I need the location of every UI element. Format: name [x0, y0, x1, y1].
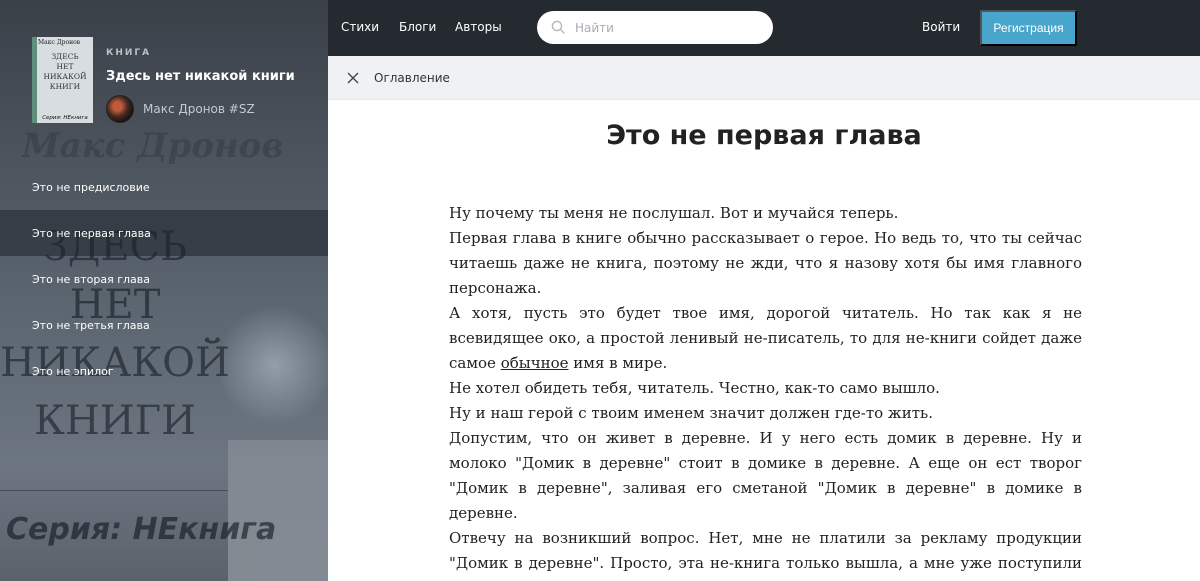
book-cover-thumbnail[interactable]: Макс Дронов ЗДЕСЬ НЕТ НИКАКОЙ КНИГИ Сери… [32, 37, 93, 123]
search-icon [551, 20, 565, 34]
author-avatar[interactable] [106, 95, 134, 123]
nav-link-blogs[interactable]: Блоги [399, 20, 436, 34]
toc-item-epilogue[interactable]: Это не эпилог [0, 348, 328, 394]
background-title-line: КНИГИ [33, 398, 197, 444]
chapter-content: Это не первая глава Ну почему ты меня не… [328, 100, 1200, 581]
cover-title-line: ЗДЕСЬ [51, 52, 79, 61]
nav-link-poems[interactable]: Стихи [341, 20, 379, 34]
book-kind-label: КНИГА [106, 48, 152, 58]
paragraph: А хотя, пусть это будет твое имя, дорого… [449, 304, 1082, 372]
search-box[interactable] [537, 11, 773, 44]
background-paper-image [228, 440, 328, 581]
chapter-title: Это не первая глава [606, 120, 922, 151]
toc-item-chapter-1[interactable]: Это не первая глава [0, 210, 328, 256]
cover-title-line: НЕТ [56, 62, 74, 71]
paragraph: Отвечу на возникший вопрос. Нет, мне не … [449, 529, 1082, 581]
contents-bar: Оглавление [328, 56, 1200, 100]
background-series-text: Серия: НЕкнига [6, 512, 277, 547]
cover-series: Серия: НЕкнига [42, 115, 88, 121]
search-input[interactable] [575, 19, 755, 37]
paragraph: Не хотел обидеть тебя, читатель. Честно,… [449, 379, 940, 397]
login-link[interactable]: Войти [922, 20, 960, 34]
background-author-text: Макс Дронов [22, 126, 284, 166]
paragraph: Ну и наш герой с твоим именем значит дол… [449, 404, 933, 422]
contents-toggle-label[interactable]: Оглавление [374, 71, 450, 85]
register-button[interactable]: Регистрация [980, 10, 1077, 46]
author-link[interactable]: Макс Дронов #SZ [106, 95, 255, 123]
toc-item-preface[interactable]: Это не предисловие [0, 164, 328, 210]
background-divider [0, 490, 228, 491]
table-of-contents: Это не предисловие Это не первая глава Э… [0, 164, 328, 394]
cover-title-line: КНИГИ [49, 82, 81, 91]
paragraph: Ну почему ты меня не послушал. Вот и муч… [449, 204, 899, 222]
toc-item-chapter-3[interactable]: Это не третья глава [0, 302, 328, 348]
close-icon[interactable] [347, 72, 359, 84]
cover-title: ЗДЕСЬ НЕТ НИКАКОЙ КНИГИ [37, 52, 93, 92]
author-name[interactable]: Макс Дронов #SZ [143, 102, 255, 116]
cover-title-line: НИКАКОЙ [43, 72, 87, 81]
paragraph: Допустим, что он живет в деревне. И у не… [449, 429, 1082, 522]
chapter-text: Ну почему ты меня не послушал. Вот и муч… [449, 201, 1082, 581]
book-title[interactable]: Здесь нет никакой книги [106, 69, 295, 84]
toc-item-chapter-2[interactable]: Это не вторая глава [0, 256, 328, 302]
book-sidebar: Макс Дронов ЗДЕСЬ НЕТ НИКАКОЙ КНИГИ Сери… [0, 0, 328, 581]
cover-author: Макс Дронов [38, 39, 81, 46]
top-navigation-bar: Стихи Блоги Авторы Войти Регистрация [328, 0, 1200, 56]
book-header: Макс Дронов ЗДЕСЬ НЕТ НИКАКОЙ КНИГИ Сери… [32, 37, 328, 123]
paragraph: Первая глава в книге обычно рассказывает… [449, 229, 1082, 297]
nav-link-authors[interactable]: Авторы [455, 20, 502, 34]
underlined-word: обычное [500, 354, 569, 372]
